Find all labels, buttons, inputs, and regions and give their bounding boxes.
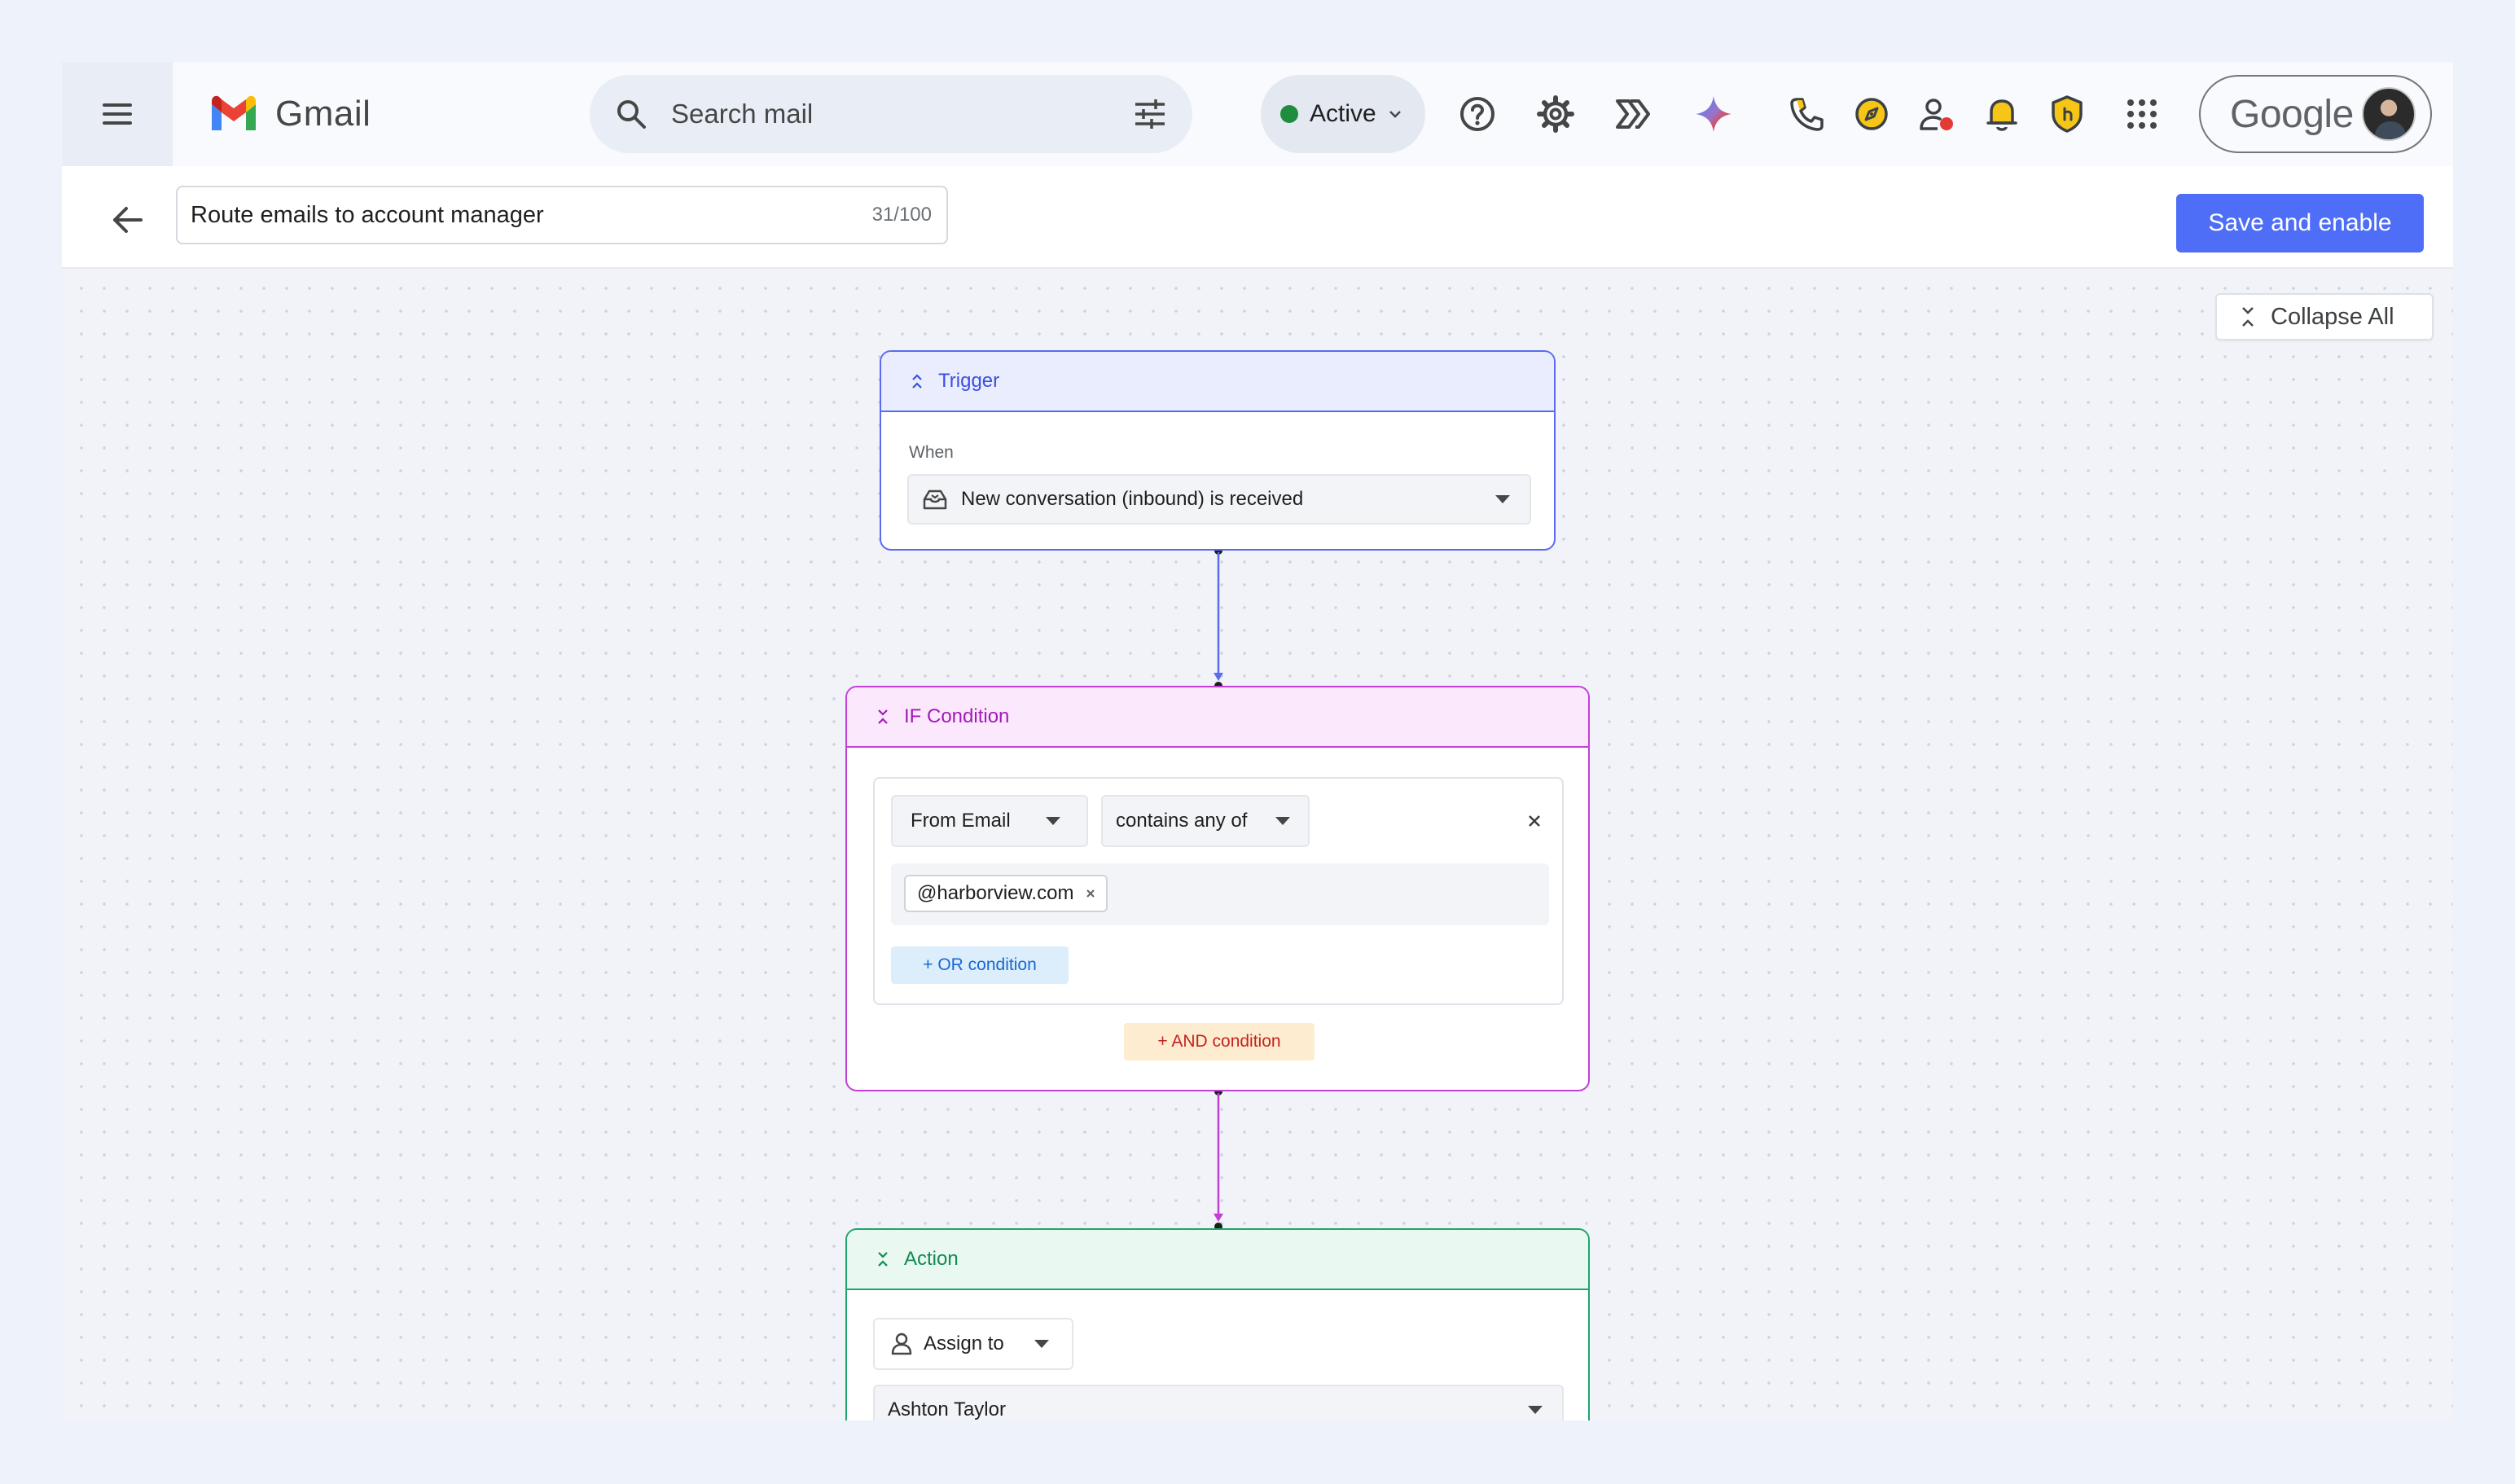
main-menu-button[interactable]	[62, 62, 173, 166]
condition-title: IF Condition	[904, 705, 1010, 727]
contacts-button[interactable]	[1914, 91, 1960, 137]
collapse-icon[interactable]	[911, 372, 924, 390]
value-chip-label: @harborview.com	[917, 882, 1074, 904]
condition-node[interactable]: IF Condition From Email contains any of …	[845, 686, 1590, 1091]
main-menu-icon	[103, 103, 132, 125]
add-and-condition-button[interactable]: + AND condition	[1124, 1023, 1315, 1060]
condition-field-select[interactable]: From Email	[891, 795, 1088, 847]
remove-condition-button[interactable]	[1526, 813, 1543, 829]
inbox-icon	[923, 490, 947, 510]
action-header[interactable]: Action	[847, 1230, 1588, 1290]
add-or-condition-button[interactable]: + OR condition	[891, 946, 1069, 984]
action-type-value: Assign to	[924, 1333, 1004, 1354]
settings-icon	[1537, 95, 1574, 133]
help-icon	[1460, 97, 1495, 131]
chevron-down-icon	[1389, 111, 1401, 118]
dropdown-caret-icon	[1495, 495, 1510, 503]
condition-field-value: From Email	[911, 810, 1011, 832]
compass-icon	[1855, 98, 1888, 130]
trigger-event-value: New conversation (inbound) is received	[961, 488, 1304, 510]
close-icon[interactable]	[1085, 888, 1096, 899]
apps-grid-icon	[2127, 99, 2157, 129]
trigger-title: Trigger	[938, 370, 1000, 392]
workflow-toolbar: Route emails to account manager 31/100 S…	[62, 166, 2453, 269]
condition-values-input[interactable]: @harborview.com	[891, 863, 1549, 925]
status-label: Active	[1310, 100, 1376, 127]
notifications-button[interactable]	[1979, 91, 2025, 137]
gmail-header: Gmail Search mail Active Google	[62, 62, 2453, 166]
dropdown-caret-icon	[1046, 817, 1060, 825]
action-node[interactable]: Action Assign to Ashton Taylor	[845, 1228, 1590, 1420]
dropdown-caret-icon	[1528, 1406, 1543, 1414]
back-button[interactable]	[104, 197, 150, 243]
search-icon[interactable]	[616, 99, 647, 130]
condition-to-action-connector	[1214, 1087, 1223, 1231]
workflow-icon	[1616, 99, 1650, 129]
close-icon	[1529, 815, 1540, 827]
condition-operator-select[interactable]: contains any of	[1101, 795, 1310, 847]
avatar[interactable]	[2362, 87, 2416, 141]
workflow-button[interactable]	[1611, 91, 1657, 137]
search-options-icon[interactable]	[1134, 99, 1166, 129]
contacts-icon	[1920, 99, 1953, 130]
search-input[interactable]: Search mail	[671, 99, 1134, 130]
help-button[interactable]	[1455, 91, 1500, 137]
collapse-icon	[2242, 307, 2254, 327]
save-and-enable-button[interactable]: Save and enable	[2176, 194, 2424, 252]
condition-operator-value: contains any of	[1116, 810, 1248, 832]
dropdown-caret-icon	[1034, 1340, 1049, 1348]
character-counter: 31/100	[871, 204, 932, 226]
gemini-button[interactable]	[1691, 91, 1736, 137]
apps-button[interactable]	[2119, 91, 2165, 137]
gemini-icon	[1696, 96, 1732, 132]
workflow-name-field[interactable]: Route emails to account manager 31/100	[176, 186, 948, 244]
collapse-all-button[interactable]: Collapse All	[2215, 293, 2434, 340]
explore-button[interactable]	[1849, 91, 1894, 137]
when-label: When	[909, 443, 954, 462]
trigger-header[interactable]: Trigger	[881, 352, 1554, 412]
workflow-canvas[interactable]: Collapse All Trigger When New conversati…	[62, 269, 2453, 1420]
shield-icon	[2052, 95, 2083, 133]
app-window: Gmail Search mail Active Google Route em…	[62, 62, 2453, 1420]
condition-header[interactable]: IF Condition	[847, 687, 1588, 748]
status-dot	[1280, 105, 1298, 123]
assignee-value: Ashton Taylor	[888, 1398, 1006, 1420]
google-wordmark: Google	[2230, 92, 2354, 136]
assignee-select[interactable]: Ashton Taylor	[873, 1385, 1564, 1420]
status-selector[interactable]: Active	[1261, 75, 1425, 153]
value-chip[interactable]: @harborview.com	[904, 875, 1108, 912]
dropdown-caret-icon	[1275, 817, 1290, 825]
trigger-node[interactable]: Trigger When New conversation (inbound) …	[880, 350, 1556, 551]
collapse-icon[interactable]	[876, 1250, 889, 1268]
action-title: Action	[904, 1248, 959, 1270]
collapse-icon[interactable]	[876, 708, 889, 726]
trigger-to-condition-connector	[1214, 547, 1223, 690]
settings-button[interactable]	[1533, 91, 1578, 137]
back-arrow-icon	[113, 207, 143, 233]
search-bar[interactable]: Search mail	[590, 75, 1192, 153]
workflow-name-value[interactable]: Route emails to account manager	[191, 202, 872, 229]
action-type-select[interactable]: Assign to	[873, 1318, 1073, 1370]
gmail-m-icon	[212, 95, 256, 130]
bell-icon	[1986, 99, 2017, 131]
app-name: Gmail	[275, 94, 371, 134]
collapse-all-label: Collapse All	[2271, 303, 2394, 330]
person-icon	[891, 1333, 912, 1355]
security-button[interactable]	[2044, 91, 2090, 137]
phone-icon	[1790, 98, 1824, 131]
account-switcher[interactable]: Google	[2199, 75, 2432, 153]
condition-group: From Email contains any of @harborview.c…	[873, 777, 1564, 1005]
phone-button[interactable]	[1784, 91, 1829, 137]
trigger-event-select[interactable]: New conversation (inbound) is received	[907, 474, 1531, 525]
gmail-logo[interactable]: Gmail	[208, 91, 371, 137]
